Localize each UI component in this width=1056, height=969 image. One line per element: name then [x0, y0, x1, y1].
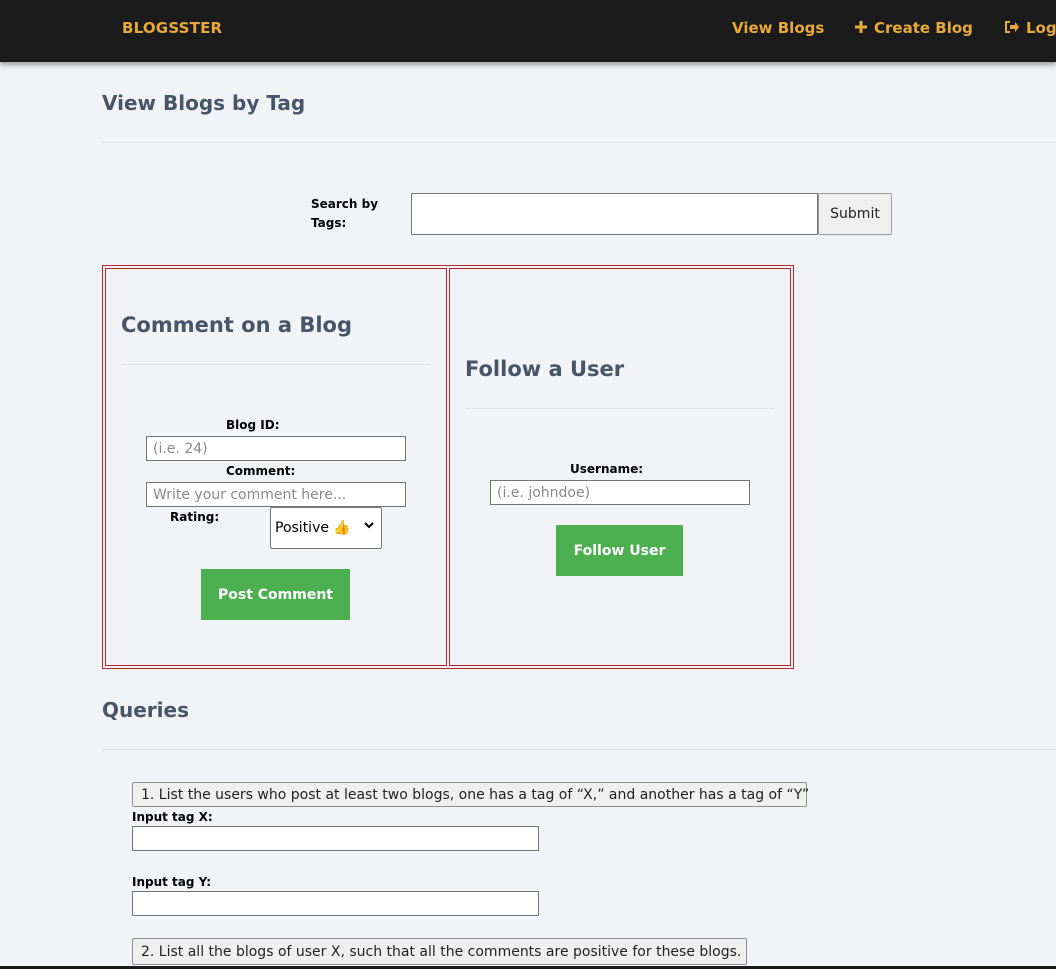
nav-logout[interactable]: Log [1004, 19, 1056, 37]
search-label-line2: Tags: [311, 216, 347, 230]
divider [121, 364, 431, 365]
blog-id-label: Blog ID: [226, 418, 280, 432]
query-2-button[interactable]: 2. List all the blogs of user X, such th… [132, 938, 747, 965]
comment-input[interactable] [146, 482, 406, 507]
rating-label: Rating: [170, 510, 220, 524]
input-tag-y-label: Input tag Y: [132, 875, 212, 889]
rating-select[interactable]: Positive 👍 [270, 507, 382, 549]
query-1-button[interactable]: 1. List the users who post at least two … [132, 782, 809, 807]
divider [102, 749, 1056, 750]
divider [465, 408, 775, 409]
post-comment-button[interactable]: Post Comment [201, 569, 350, 620]
tag-y-input[interactable] [132, 891, 539, 916]
view-blogs-by-tag-title: View Blogs by Tag [102, 91, 306, 115]
username-input[interactable] [490, 480, 750, 505]
chevron-down-icon [363, 519, 375, 534]
search-tags-input[interactable] [411, 193, 818, 235]
tag-x-input[interactable] [132, 826, 539, 851]
submit-button[interactable]: Submit [818, 193, 892, 235]
username-label: Username: [570, 462, 644, 476]
input-tag-x-label: Input tag X: [132, 810, 213, 824]
queries-title: Queries [102, 698, 189, 722]
nav-create-blog-label: Create Blog [874, 19, 973, 37]
brand-logo[interactable]: BLOGSSTER [122, 19, 222, 37]
follow-panel-title: Follow a User [465, 357, 625, 381]
search-label-line1: Search by [311, 197, 379, 211]
search-label: Search by Tags: [311, 195, 378, 233]
nav-logout-label: Log [1026, 19, 1056, 37]
rating-select-value: Positive 👍 [275, 520, 351, 536]
top-navbar: BLOGSSTER View Blogs Create Blog Log [0, 0, 1056, 62]
follow-user-button[interactable]: Follow User [556, 525, 683, 576]
divider [102, 142, 1056, 143]
nav-view-blogs[interactable]: View Blogs [732, 19, 824, 37]
blog-id-input[interactable] [146, 436, 406, 461]
comment-panel-title: Comment on a Blog [121, 313, 352, 337]
nav-create-blog[interactable]: Create Blog [854, 19, 973, 37]
comment-label: Comment: [226, 464, 296, 478]
plus-icon [854, 19, 868, 37]
sign-out-icon [1004, 19, 1020, 37]
